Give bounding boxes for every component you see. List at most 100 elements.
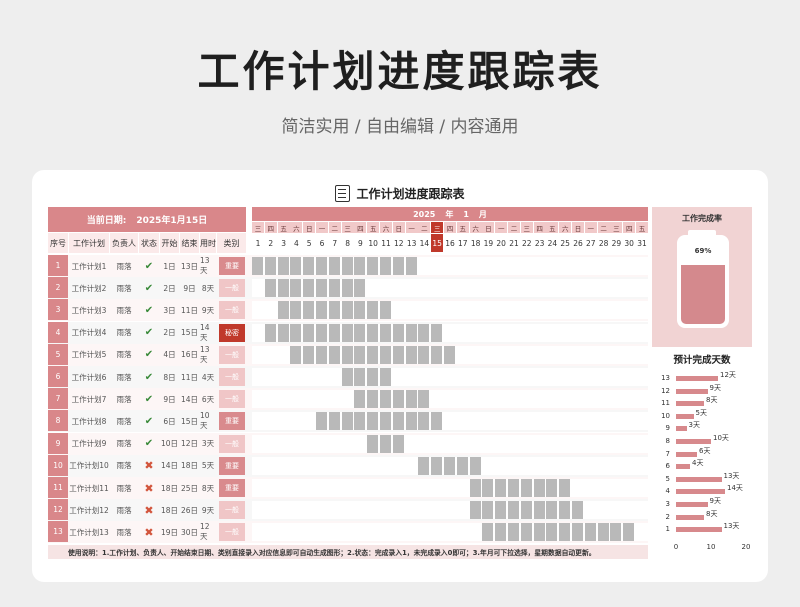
weekday-cell: 四 — [533, 222, 546, 233]
day-cell: 14 — [419, 238, 430, 248]
gantt-day-block — [431, 345, 443, 364]
task-end: 15日 — [180, 328, 199, 338]
gantt-day-block — [392, 323, 404, 342]
weekday-cell: 六 — [380, 222, 392, 233]
gantt-day-block — [380, 368, 391, 386]
gantt-day-block — [264, 279, 276, 298]
gantt-day-block — [277, 279, 289, 298]
day-cell: 20 — [496, 238, 506, 248]
month-select[interactable]: 1 — [463, 210, 469, 219]
task-start: 19日 — [160, 527, 179, 537]
chart-category-label: 9 — [665, 424, 670, 433]
gantt-day-block — [290, 345, 302, 364]
gantt-day-block — [380, 301, 391, 320]
gantt-day-block — [405, 323, 417, 342]
gantt-track — [252, 523, 648, 542]
gantt-day-block — [508, 479, 519, 497]
weekday-cell: 六 — [469, 222, 482, 233]
task-name: 工作计划6 — [71, 372, 107, 382]
task-name: 工作计划13 — [69, 527, 109, 537]
weekday-cell: 三 — [431, 222, 444, 233]
task-name: 工作计划2 — [71, 283, 107, 293]
row-number: 3 — [48, 299, 68, 321]
status-pending-icon: ✖ — [144, 481, 154, 495]
task-start: 18日 — [160, 483, 179, 493]
gantt-day-block — [482, 501, 494, 520]
day-cell: 30 — [624, 238, 634, 248]
gantt-day-block — [533, 501, 545, 520]
weekday-cell: 二 — [328, 222, 341, 233]
category-badge: 一般 — [219, 390, 245, 409]
weekday-cell: 日 — [303, 222, 316, 233]
status-pending-icon: ✖ — [144, 525, 154, 539]
task-end: 18日 — [180, 461, 199, 471]
task-name: 工作计划7 — [71, 394, 107, 404]
chart-bar — [676, 439, 711, 444]
gantt-day-block — [264, 257, 276, 275]
gantt-day-block — [405, 257, 417, 275]
task-duration: 3天 — [201, 439, 215, 449]
gantt-day-block — [341, 257, 353, 275]
gantt-day-block — [418, 323, 430, 342]
gantt-day-block — [328, 257, 340, 275]
spreadsheet: 工作计划进度跟踪表 当前日期: 2025年1月15日 序号 工作计划 负责人 状… — [48, 180, 752, 564]
gantt-day-block — [405, 390, 417, 409]
task-duration: 13天 — [200, 344, 210, 364]
gantt-day-block — [316, 279, 327, 298]
gantt-day-block — [354, 323, 366, 342]
day-cell: 11 — [381, 238, 391, 248]
gantt-day-block — [303, 279, 315, 298]
chart-category-label: 6 — [665, 462, 670, 471]
gantt-day-block — [444, 456, 455, 475]
gantt-day-block — [277, 301, 289, 320]
gantt-day-block — [341, 279, 353, 298]
task-duration: 14天 — [200, 322, 210, 342]
weekday-cell: 四 — [444, 222, 456, 233]
task-duration: 6天 — [201, 394, 215, 404]
task-owner: 雨落 — [116, 283, 132, 293]
gantt-day-block — [380, 434, 391, 453]
chart-category-label: 13 — [661, 374, 670, 382]
sheet-title: 工作计划进度跟踪表 — [356, 186, 465, 201]
weekday-cell: 五 — [367, 222, 380, 233]
task-name: 工作计划8 — [71, 416, 107, 426]
task-name: 工作计划5 — [71, 350, 107, 360]
task-end: 14日 — [180, 394, 199, 404]
gantt-track — [252, 479, 648, 497]
gantt-day-block — [380, 412, 391, 431]
gantt-day-block — [610, 523, 622, 542]
category-badge: 秘密 — [219, 323, 245, 342]
day-cell: 12 — [394, 238, 404, 248]
gantt-day-block — [367, 390, 379, 409]
chart-category-label: 5 — [665, 474, 670, 483]
gantt-day-block — [392, 390, 404, 409]
gantt-day-block — [367, 345, 379, 364]
gantt-day-block — [495, 523, 507, 542]
gantt-track — [252, 412, 648, 431]
gantt-day-block — [354, 368, 366, 386]
task-start: 3日 — [163, 305, 176, 315]
chart-bar — [676, 527, 722, 533]
weekday-cell: 五 — [636, 222, 648, 233]
col-header-no: 序号 — [48, 233, 68, 253]
day-cell: 19 — [483, 238, 494, 248]
gantt-day-block — [328, 279, 340, 298]
gantt-day-block — [392, 345, 404, 364]
gantt-day-block — [431, 323, 443, 342]
task-end: 13日 — [180, 261, 199, 271]
task-name: 工作计划9 — [71, 439, 107, 449]
gantt-day-block — [328, 345, 340, 364]
weekday-cell: 日 — [392, 222, 405, 233]
gantt-day-block — [405, 345, 417, 364]
day-cell-today: 15 — [431, 234, 444, 252]
chart-category-label: 12 — [661, 386, 670, 395]
year-select[interactable]: 2025 — [413, 210, 435, 219]
gantt-day-block — [316, 345, 327, 364]
weekday-cell: 一 — [495, 222, 508, 233]
task-owner: 雨落 — [116, 505, 132, 515]
current-date-value[interactable]: 2025年1月15日 — [136, 213, 207, 226]
status-pending-icon: ✖ — [144, 503, 154, 517]
col-header-plan: 工作计划 — [69, 233, 109, 253]
task-name: 工作计划11 — [69, 483, 109, 493]
task-owner: 雨落 — [116, 439, 132, 449]
